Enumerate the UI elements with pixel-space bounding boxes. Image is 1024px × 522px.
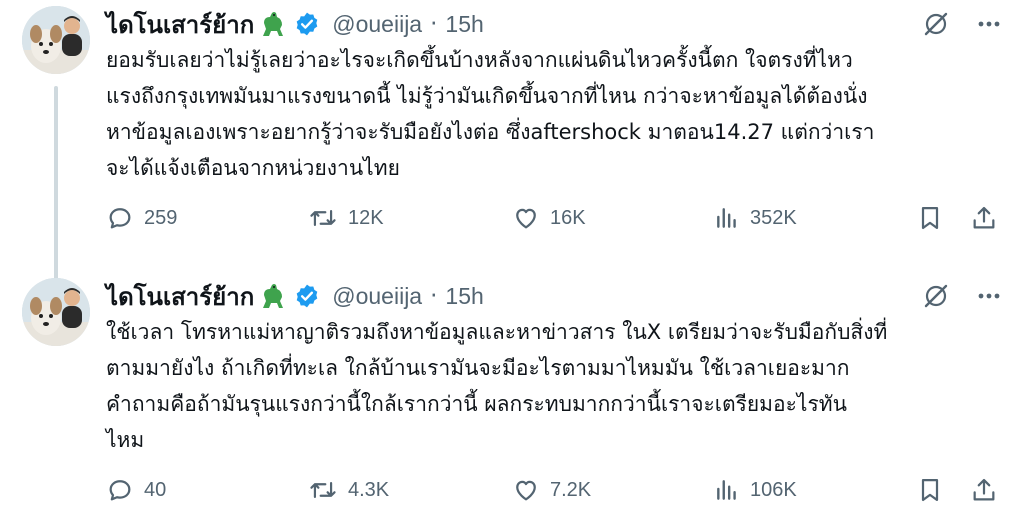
like-button[interactable]: 7.2K <box>512 476 591 504</box>
separator-dot: · <box>430 283 438 309</box>
grok-slash-icon[interactable] <box>922 10 950 42</box>
tweet-actions: 40 4.3K 7.2K 106K <box>106 476 1004 512</box>
tweet-top-actions <box>922 282 1002 314</box>
share-icon <box>973 478 995 501</box>
avatar[interactable] <box>22 6 90 74</box>
handle[interactable]: @oueiija <box>332 283 422 310</box>
repost-button[interactable]: 4.3K <box>308 476 389 504</box>
timestamp[interactable]: 15h <box>445 11 483 38</box>
views-button[interactable]: 352K <box>714 204 797 232</box>
reply-count: 259 <box>144 206 178 229</box>
like-icon <box>516 208 536 229</box>
share-button[interactable] <box>970 476 998 504</box>
avatar-image <box>22 6 90 74</box>
views-icon <box>717 480 736 500</box>
separator-dot: · <box>430 11 438 37</box>
reply-icon <box>109 480 131 501</box>
repost-icon <box>310 209 336 227</box>
tweet-top-actions <box>922 10 1002 42</box>
views-count: 106K <box>750 478 797 501</box>
reply-button[interactable]: 259 <box>106 204 177 232</box>
views-button[interactable]: 106K <box>714 476 797 504</box>
like-icon <box>516 480 536 501</box>
tweet-header: ไดโนเสาร์ย้าก @oueiija · 15h <box>106 4 484 44</box>
handle[interactable]: @oueiija <box>332 11 422 38</box>
like-count: 16K <box>550 206 586 229</box>
reply-icon <box>109 208 131 229</box>
dinosaur-emoji <box>258 9 288 39</box>
like-count: 7.2K <box>550 478 592 501</box>
repost-count: 4.3K <box>348 478 390 501</box>
tweet-1[interactable]: ไดโนเสาร์ย้าก @oueiija · 15h ยอมรับเลยว่… <box>0 0 1024 282</box>
thread-line <box>54 86 58 282</box>
bookmark-icon <box>921 478 939 502</box>
grok-slash-icon[interactable] <box>922 282 950 314</box>
reply-button[interactable]: 40 <box>106 476 166 504</box>
more-icon[interactable] <box>976 11 1002 41</box>
bookmark-icon <box>921 206 939 230</box>
verified-badge-icon <box>294 283 320 309</box>
timestamp[interactable]: 15h <box>445 283 483 310</box>
like-button[interactable]: 16K <box>512 204 586 232</box>
tweet-text: ยอมรับเลยว่าไม่รู้เลยว่าอะไรจะเกิดขึ้นบ้… <box>106 48 875 180</box>
display-name[interactable]: ไดโนเสาร์ย้าก <box>106 277 254 316</box>
dinosaur-emoji <box>258 281 288 311</box>
share-icon <box>973 206 995 229</box>
tweet-header: ไดโนเสาร์ย้าก @oueiija · 15h <box>106 276 484 316</box>
bookmark-button[interactable] <box>916 204 944 232</box>
tweet-2[interactable]: ไดโนเสาร์ย้าก @oueiija · 15h ใช้เวลา โทร… <box>0 270 1024 522</box>
avatar[interactable] <box>22 278 90 346</box>
reply-count: 40 <box>144 478 167 501</box>
repost-count: 12K <box>348 206 384 229</box>
share-button[interactable] <box>970 204 998 232</box>
views-count: 352K <box>750 206 797 229</box>
views-icon <box>717 208 736 228</box>
tweet-actions: 259 12K 16K 352K <box>106 204 1004 240</box>
bookmark-button[interactable] <box>916 476 944 504</box>
verified-badge-icon <box>294 11 320 37</box>
repost-icon <box>310 481 336 499</box>
more-icon[interactable] <box>976 283 1002 313</box>
display-name[interactable]: ไดโนเสาร์ย้าก <box>106 5 254 44</box>
tweet-text: ใช้เวลา โทรหาแม่หาญาติรวมถึงหาข้อมูลและห… <box>106 320 888 452</box>
repost-button[interactable]: 12K <box>308 204 384 232</box>
avatar-image <box>22 278 90 346</box>
